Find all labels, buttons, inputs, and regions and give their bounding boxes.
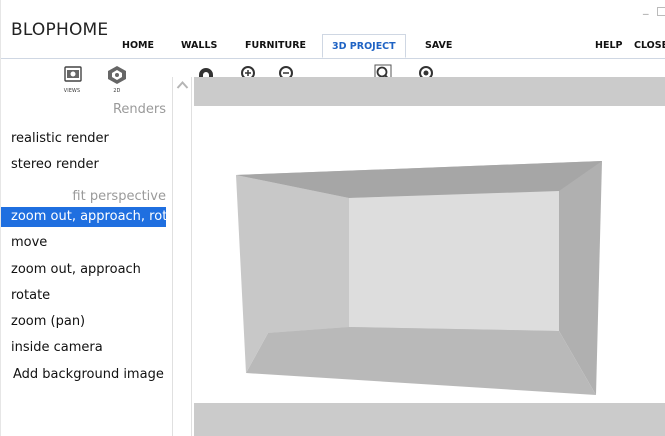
tab-furniture[interactable]: FURNITURE xyxy=(245,34,306,57)
minimize-button[interactable]: _ xyxy=(643,2,649,15)
tab-close[interactable]: CLOSE xyxy=(634,34,665,57)
sidebar-item-stereo-render[interactable]: stereo render xyxy=(1,155,166,175)
2d-view-button[interactable]: 2D xyxy=(95,59,139,94)
sidebar-item-zoom-pan[interactable]: zoom (pan) xyxy=(1,312,166,332)
sidebar-item-inside-camera[interactable]: inside camera xyxy=(1,338,166,358)
tab-save[interactable]: SAVE xyxy=(425,34,452,57)
tab-walls[interactable]: WALLS xyxy=(181,34,217,57)
sidebar: Renders realistic render stereo render f… xyxy=(1,101,172,436)
app-window: BLOPHOME _ HOME WALLS FURNITURE 3D PROJE… xyxy=(0,0,665,436)
tab-help[interactable]: HELP xyxy=(595,34,622,57)
2d-view-label: 2D xyxy=(113,89,121,94)
room-back-wall xyxy=(349,191,559,331)
sidebar-item-rotate[interactable]: rotate xyxy=(1,286,166,306)
views-button[interactable]: VIEWS xyxy=(50,59,94,94)
tab-3d-project[interactable]: 3D PROJECT xyxy=(322,34,406,58)
maximize-button[interactable] xyxy=(657,7,665,16)
sidebar-item-zoom-approach[interactable]: zoom out, approach xyxy=(1,260,166,280)
3d-room-render xyxy=(236,161,602,395)
menu-bar: HOME WALLS FURNITURE 3D PROJECT SAVE HEL… xyxy=(1,34,665,59)
room-floor xyxy=(246,327,596,395)
sidebar-item-add-background-image[interactable]: Add background image xyxy=(1,365,166,385)
renders-heading: Renders xyxy=(112,102,166,117)
sidebar-scrollbar[interactable] xyxy=(172,77,192,436)
sidebar-item-zoom-approach-rotate[interactable]: zoom out, approach, rotate xyxy=(1,207,166,227)
perspective-heading: fit perspective xyxy=(72,189,166,204)
sidebar-item-realistic-render[interactable]: realistic render xyxy=(1,129,166,149)
chevron-up-icon[interactable] xyxy=(176,80,189,90)
2d-view-icon xyxy=(108,66,126,84)
sidebar-item-move[interactable]: move xyxy=(1,233,166,253)
viewport-bottom-band xyxy=(194,403,665,436)
views-label: VIEWS xyxy=(63,89,81,94)
3d-viewport[interactable] xyxy=(194,77,665,436)
tab-home[interactable]: HOME xyxy=(122,34,154,57)
camera-icon xyxy=(64,66,82,82)
